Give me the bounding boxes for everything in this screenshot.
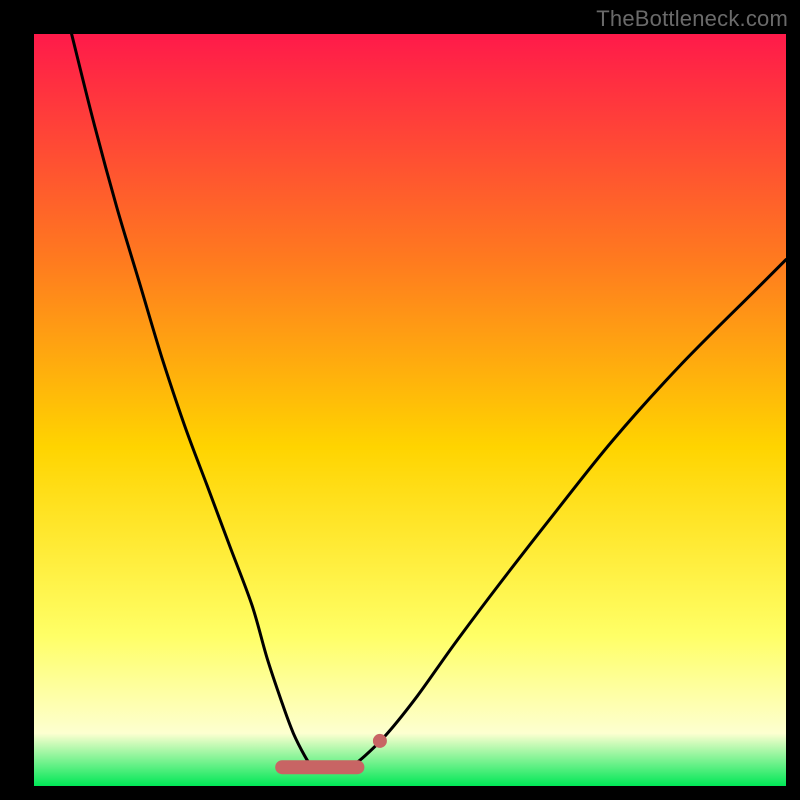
plot-area	[34, 34, 786, 786]
plot-svg	[34, 34, 786, 786]
watermark-text: TheBottleneck.com	[596, 6, 788, 32]
chart-frame: TheBottleneck.com	[0, 0, 800, 800]
isolated-marker	[373, 734, 387, 748]
gradient-background	[34, 34, 786, 786]
